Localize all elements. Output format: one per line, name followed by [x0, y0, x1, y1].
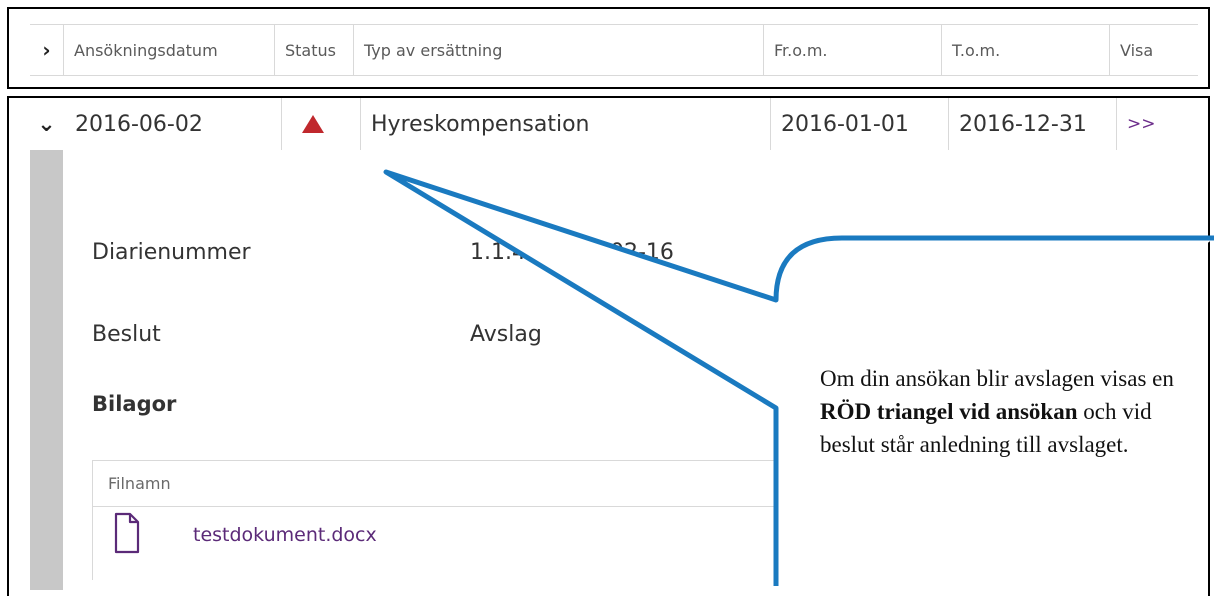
- diarienummer-label: Diarienummer: [92, 240, 251, 265]
- callout-text: Om din ansökan blir avslagen visas en RÖ…: [820, 362, 1190, 461]
- filename-column-header: Filnamn: [108, 474, 171, 493]
- column-header-compensation-type[interactable]: Typ av ersättning: [353, 25, 763, 75]
- callout-text-bold: RÖD triangel vid ansökan: [820, 399, 1078, 424]
- chevron-down-icon[interactable]: ⌄: [30, 98, 63, 150]
- column-header-from[interactable]: Fr.o.m.: [763, 25, 941, 75]
- application-date: 2016-06-02: [75, 111, 203, 137]
- chevron-right-icon[interactable]: ›: [30, 25, 63, 75]
- diarienummer-value: 1.1.4 902-16: [470, 240, 674, 265]
- column-header-application-date[interactable]: Ansökningsdatum: [63, 25, 274, 75]
- attachments-heading: Bilagor: [92, 392, 177, 416]
- to-date: 2016-12-31: [948, 98, 1116, 150]
- expanded-row-indicator: [30, 150, 63, 590]
- diarienummer-value-start: 1.1.4: [470, 240, 526, 265]
- from-date: 2016-01-01: [770, 98, 948, 150]
- table-header-row: › Ansökningsdatum Status Typ av ersättni…: [30, 24, 1198, 76]
- column-header-show[interactable]: Visa: [1109, 25, 1198, 75]
- attachment-file-link[interactable]: testdokument.docx: [193, 524, 377, 546]
- diarienummer-value-end: 902-16: [595, 240, 674, 265]
- beslut-label: Beslut: [92, 322, 161, 347]
- callout-text-part-1: Om din ansökan blir avslagen visas en: [820, 366, 1174, 391]
- compensation-type: Hyreskompensation: [360, 98, 770, 150]
- status-cell: [281, 98, 360, 150]
- table-row[interactable]: 2016-06-02 Hyreskompensation 2016-01-01 …: [63, 98, 1198, 150]
- beslut-value: Avslag: [470, 322, 542, 347]
- table-divider: [93, 506, 781, 507]
- document-icon[interactable]: [114, 512, 140, 558]
- red-triangle-icon: [302, 115, 324, 133]
- show-details-label[interactable]: >>: [1127, 114, 1156, 134]
- column-header-to[interactable]: T.o.m.: [941, 25, 1109, 75]
- show-details-link[interactable]: >>: [1116, 98, 1198, 150]
- attachments-table: [92, 460, 782, 580]
- column-header-status[interactable]: Status: [274, 25, 353, 75]
